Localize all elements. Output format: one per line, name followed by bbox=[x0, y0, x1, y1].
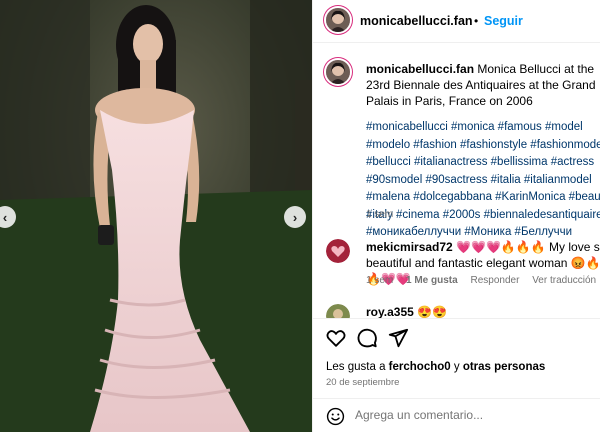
chevron-left-icon: ‹ bbox=[2, 209, 8, 225]
add-comment-input[interactable] bbox=[355, 408, 555, 422]
add-comment-bar bbox=[313, 398, 600, 432]
caption-hashtags[interactable]: #monicabellucci #monica #famous #model #… bbox=[366, 119, 600, 242]
send-icon bbox=[388, 328, 409, 348]
like-button[interactable] bbox=[325, 327, 347, 354]
post-details-panel: monicabellucci.fan • Seguir monicabelluc… bbox=[312, 0, 600, 432]
emoji-button[interactable] bbox=[326, 407, 345, 431]
likes-user[interactable]: ferchocho0 bbox=[389, 361, 451, 373]
comment-timestamp[interactable]: 1 sem bbox=[366, 275, 393, 286]
comment-text: 😍😍 bbox=[417, 305, 448, 319]
share-button[interactable] bbox=[387, 327, 409, 354]
follow-button[interactable]: Seguir bbox=[484, 14, 523, 28]
author-username[interactable]: monicabellucci.fan bbox=[360, 14, 473, 28]
post-photo[interactable]: ‹ › bbox=[0, 0, 312, 432]
likes-prefix: Les gusta a bbox=[326, 361, 386, 373]
comment-item: roy.a355 😍😍 bbox=[366, 305, 447, 319]
comment-button[interactable] bbox=[356, 327, 378, 354]
smile-icon bbox=[326, 407, 345, 426]
translate-button[interactable]: Ver traducción bbox=[532, 275, 596, 286]
caption-author-avatar[interactable] bbox=[326, 60, 350, 84]
post-date[interactable]: 20 de septiembre bbox=[326, 377, 399, 388]
comment-meta: 1 sem 1 Me gusta Responder Ver traducció… bbox=[366, 275, 600, 286]
photo-illustration bbox=[0, 0, 312, 432]
post-header: monicabellucci.fan • Seguir bbox=[313, 0, 600, 43]
next-image-button[interactable]: › bbox=[284, 206, 306, 228]
likes-conjunction: y bbox=[453, 361, 460, 373]
comment-likes[interactable]: 1 Me gusta bbox=[406, 275, 458, 286]
post-caption: monicabellucci.fan Monica Bellucci at th… bbox=[366, 61, 600, 109]
comment-username[interactable]: mekicmirsad72 bbox=[366, 240, 453, 254]
separator-dot: • bbox=[474, 14, 479, 28]
reply-button[interactable]: Responder bbox=[470, 275, 519, 286]
chevron-right-icon: › bbox=[292, 209, 298, 225]
caption-username[interactable]: monicabellucci.fan bbox=[366, 62, 474, 76]
post-actions-section: Les gusta a ferchocho0 y otras personas … bbox=[313, 318, 600, 432]
author-avatar[interactable] bbox=[326, 8, 350, 32]
comment-username[interactable]: roy.a355 bbox=[366, 305, 414, 319]
likes-others[interactable]: otras personas bbox=[463, 361, 545, 373]
likes-summary: Les gusta a ferchocho0 y otras personas bbox=[326, 361, 545, 373]
heart-icon bbox=[326, 330, 346, 347]
caption-timestamp[interactable]: 1 sem bbox=[366, 209, 393, 220]
commenter-avatar[interactable] bbox=[326, 239, 350, 263]
comment-icon bbox=[357, 328, 377, 348]
